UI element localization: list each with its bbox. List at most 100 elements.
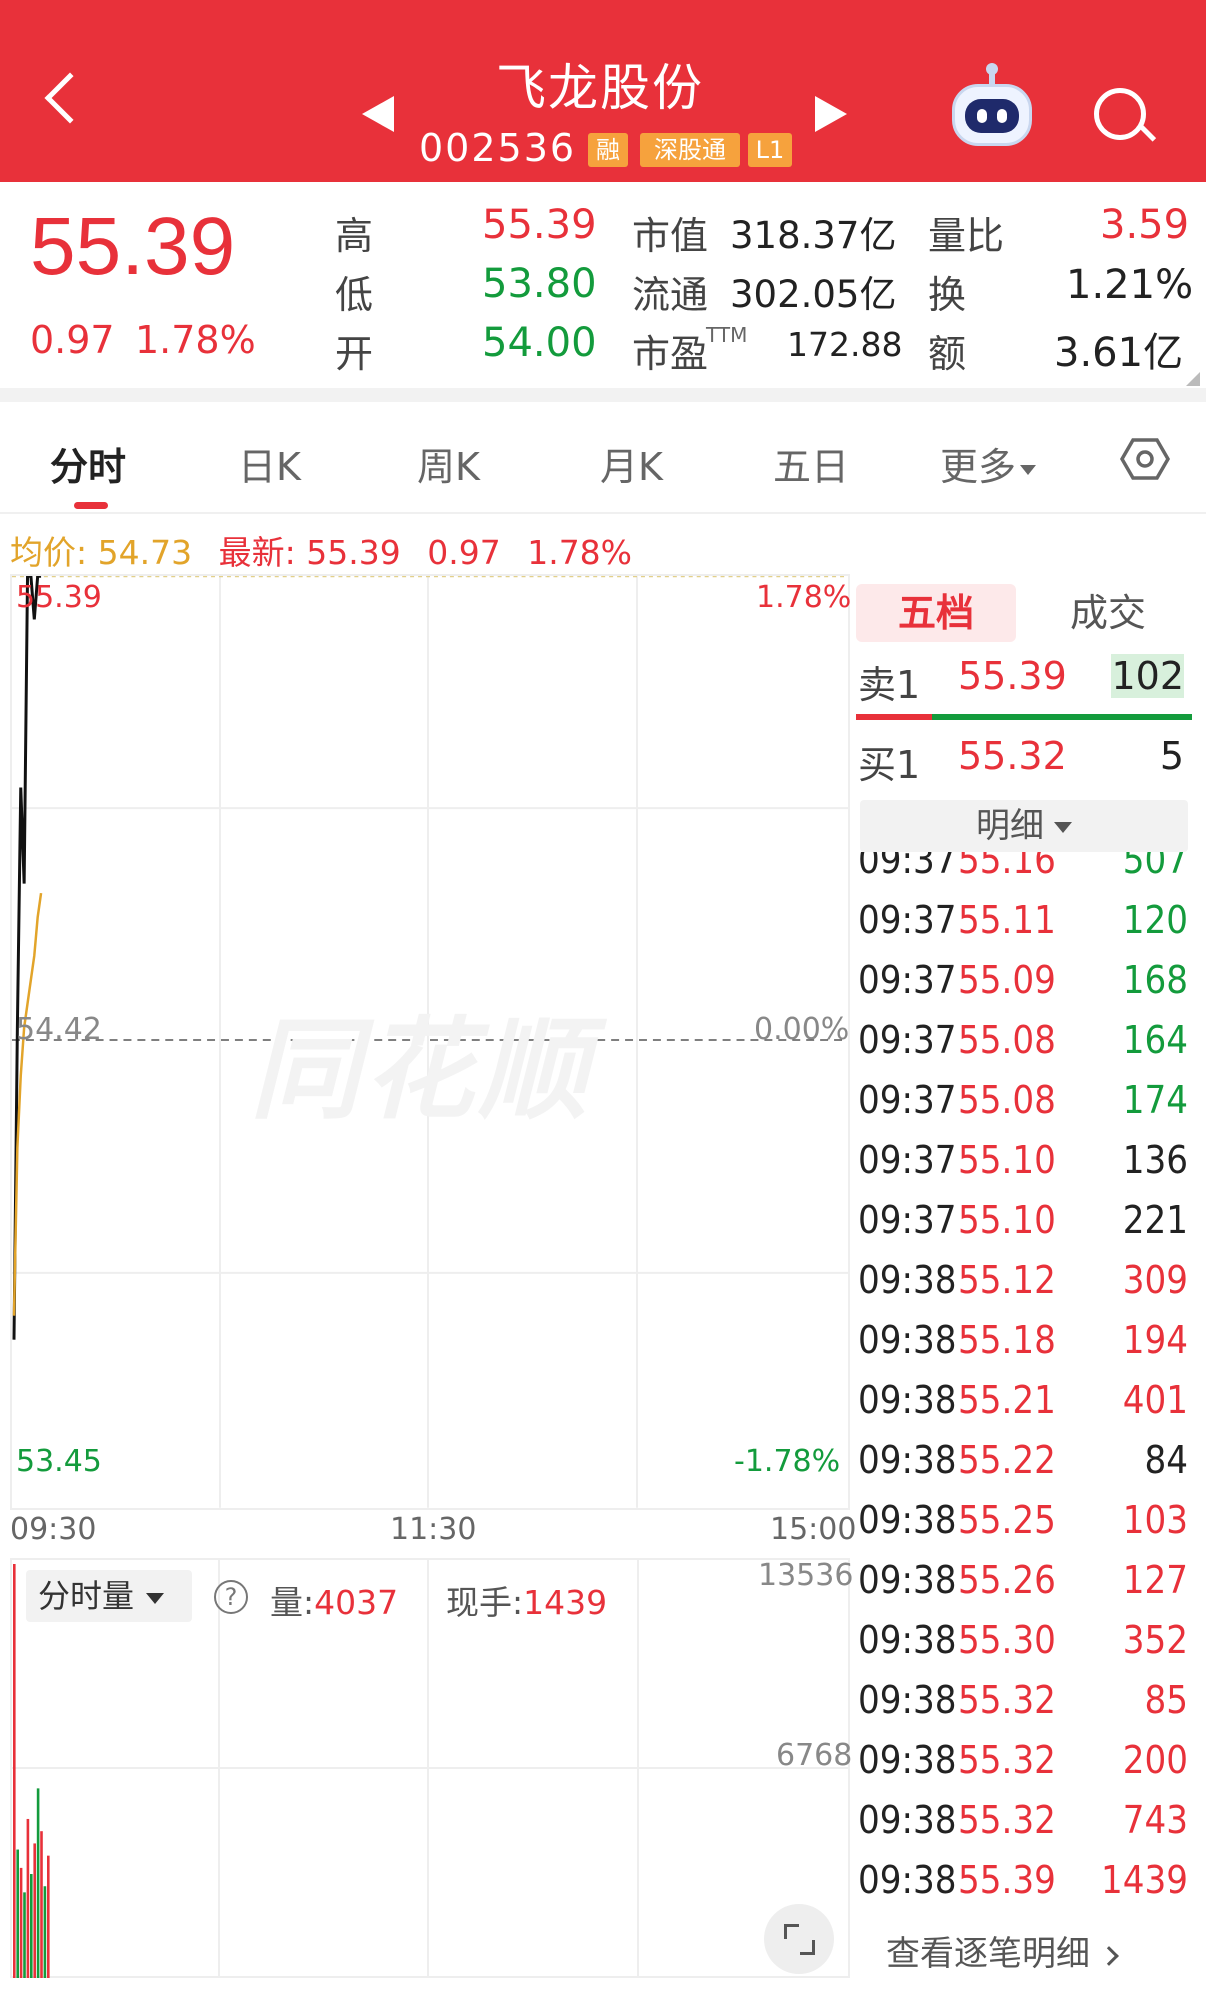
- volume-bar: [40, 1831, 43, 1978]
- hand-value: 1439: [523, 1583, 608, 1622]
- tab-intraday[interactable]: 分时: [50, 436, 126, 491]
- tab-active-indicator: [74, 502, 108, 509]
- trade-tick-row: 09:37 55.16 507: [856, 852, 1196, 898]
- stat-turnover-label: 换: [928, 273, 967, 317]
- stat-high-value: 55.39: [482, 202, 597, 248]
- tick-volume: 221: [1122, 1198, 1188, 1242]
- trade-tick-row: 09:38 55.26 127: [856, 1558, 1196, 1618]
- tick-price: 55.39: [958, 1858, 1056, 1902]
- stat-amount-value: 3.61亿: [1054, 330, 1184, 376]
- volume-bar: [19, 1867, 23, 1978]
- volume-info: 量:4037: [270, 1576, 398, 1624]
- trade-tick-row: 09:38 55.32 85: [856, 1678, 1196, 1738]
- tick-time: 09:38: [858, 1858, 957, 1902]
- trade-tick-row: 09:38 55.39 1439: [856, 1858, 1196, 1918]
- volume-type-select[interactable]: 分时量: [26, 1570, 192, 1622]
- tick-time: 09:38: [858, 1678, 957, 1722]
- volume-type-label: 分时量: [38, 1577, 135, 1615]
- stat-amount-label: 额: [928, 332, 967, 376]
- tick-price: 55.08: [958, 1018, 1056, 1062]
- tick-time: 09:38: [858, 1438, 957, 1482]
- price-summary-row: 均价: 54.73 最新: 55.39 0.97 1.78%: [10, 526, 632, 574]
- tab-daily-k[interactable]: 日K: [238, 436, 301, 491]
- stat-open-value: 54.00: [482, 320, 597, 366]
- detail-dropdown[interactable]: 明细: [860, 800, 1188, 852]
- tick-price: 55.18: [958, 1318, 1056, 1362]
- chart-mid-right: 0.00%: [754, 1012, 850, 1047]
- robot-assistant-icon[interactable]: [952, 63, 1032, 146]
- tab-trades[interactable]: 成交: [1028, 584, 1188, 642]
- tab-five-day[interactable]: 五日: [773, 436, 849, 491]
- trade-tick-row: 09:38 55.18 194: [856, 1318, 1196, 1378]
- volume-bar: [13, 1564, 16, 1978]
- tick-time: 09:38: [858, 1318, 957, 1362]
- buy-1-vol: 5: [1159, 734, 1184, 778]
- sell-1-price: 55.39: [958, 654, 1067, 698]
- level-tag: L1: [748, 133, 792, 167]
- tick-time: 09:38: [858, 1558, 957, 1602]
- search-icon[interactable]: [1094, 88, 1146, 140]
- next-stock-icon[interactable]: [815, 96, 847, 132]
- top-bar: 飞龙股份 002536 融 深股通 L1: [0, 0, 1206, 182]
- x-axis-mid: 11:30: [390, 1512, 477, 1547]
- tick-volume: 127: [1122, 1558, 1188, 1602]
- margin-tag: 融: [588, 133, 628, 167]
- expand-corner-icon[interactable]: [1186, 372, 1200, 386]
- trade-tick-row: 09:38 55.32 200: [856, 1738, 1196, 1798]
- hand-label: 现手:: [446, 1583, 524, 1622]
- tick-time: 09:37: [858, 958, 957, 1002]
- volume-bar: [47, 1855, 50, 1978]
- chart-mid-left: 54.42: [16, 1012, 102, 1047]
- stat-pe-sup: TTM: [706, 323, 748, 347]
- tick-time: 09:37: [858, 1198, 957, 1242]
- prev-stock-icon[interactable]: [362, 96, 394, 132]
- back-arrow-icon[interactable]: [44, 72, 96, 124]
- latest-value: 55.39: [306, 533, 401, 572]
- settings-hexagon-icon[interactable]: [1120, 434, 1170, 484]
- volume-value: 4037: [314, 1583, 399, 1622]
- help-icon[interactable]: ?: [214, 1580, 248, 1614]
- tick-volume: 401: [1122, 1378, 1188, 1422]
- tab-more-label: 更多: [940, 445, 1017, 489]
- chevron-right-icon: [1099, 1945, 1119, 1966]
- tick-price: 55.10: [958, 1198, 1056, 1242]
- volume-label: 量:: [270, 1583, 315, 1622]
- tick-volume: 164: [1122, 1018, 1188, 1062]
- tab-monthly-k[interactable]: 月K: [600, 436, 663, 491]
- orderbook-panel: 五档 成交 卖1 55.39 102 买1 55.32 5 明细 09:37 55…: [856, 574, 1196, 1997]
- price-change: 0.97: [30, 318, 115, 362]
- buy-1-row: 买1 55.32 5: [856, 734, 1192, 788]
- tick-time: 09:37: [858, 852, 957, 882]
- tick-time: 09:38: [858, 1378, 957, 1422]
- stock-detail-screen: 飞龙股份 002536 融 深股通 L1 55.39 0.97 1.78% 高 …: [0, 0, 1206, 1997]
- buy-1-label: 买1: [858, 743, 921, 787]
- price-line: [12, 576, 42, 1340]
- tab-weekly-k[interactable]: 周K: [417, 436, 480, 491]
- tick-price: 55.16: [958, 852, 1056, 882]
- section-divider: [0, 388, 1206, 402]
- stat-mktcap-label: 市值: [632, 214, 709, 258]
- tick-volume: 507: [1122, 852, 1188, 882]
- tick-time: 09:38: [858, 1258, 957, 1302]
- chart-top-right: 1.78%: [756, 580, 852, 615]
- stat-volratio-value: 3.59: [1100, 202, 1190, 248]
- stat-open-label: 开: [335, 332, 374, 376]
- stat-mktcap-value: 318.37亿: [730, 214, 897, 257]
- stat-high-label: 高: [335, 214, 374, 258]
- tick-volume: 309: [1122, 1258, 1188, 1302]
- tick-time: 09:37: [858, 1078, 957, 1122]
- view-all-trades-link[interactable]: 查看逐笔明细: [886, 1926, 1119, 1975]
- tick-volume: 136: [1122, 1138, 1188, 1182]
- tick-price: 55.10: [958, 1138, 1056, 1182]
- x-axis-start: 09:30: [10, 1512, 97, 1547]
- tab-more[interactable]: 更多: [940, 436, 1037, 491]
- trade-ticks-list[interactable]: 09:37 55.16 507 09:37 55.11 120 09:37 55.09 168 0…: [856, 852, 1196, 1954]
- trade-tick-row: 09:38 55.22 84: [856, 1438, 1196, 1498]
- sell-1-label: 卖1: [858, 663, 921, 707]
- trade-tick-row: 09:37 55.08 174: [856, 1078, 1196, 1138]
- tab-five-levels[interactable]: 五档: [856, 584, 1016, 642]
- chart-top-left: 55.39: [16, 580, 102, 615]
- tick-time: 09:37: [858, 1138, 957, 1182]
- fullscreen-icon[interactable]: [764, 1904, 834, 1974]
- volume-bar: [33, 1843, 36, 1978]
